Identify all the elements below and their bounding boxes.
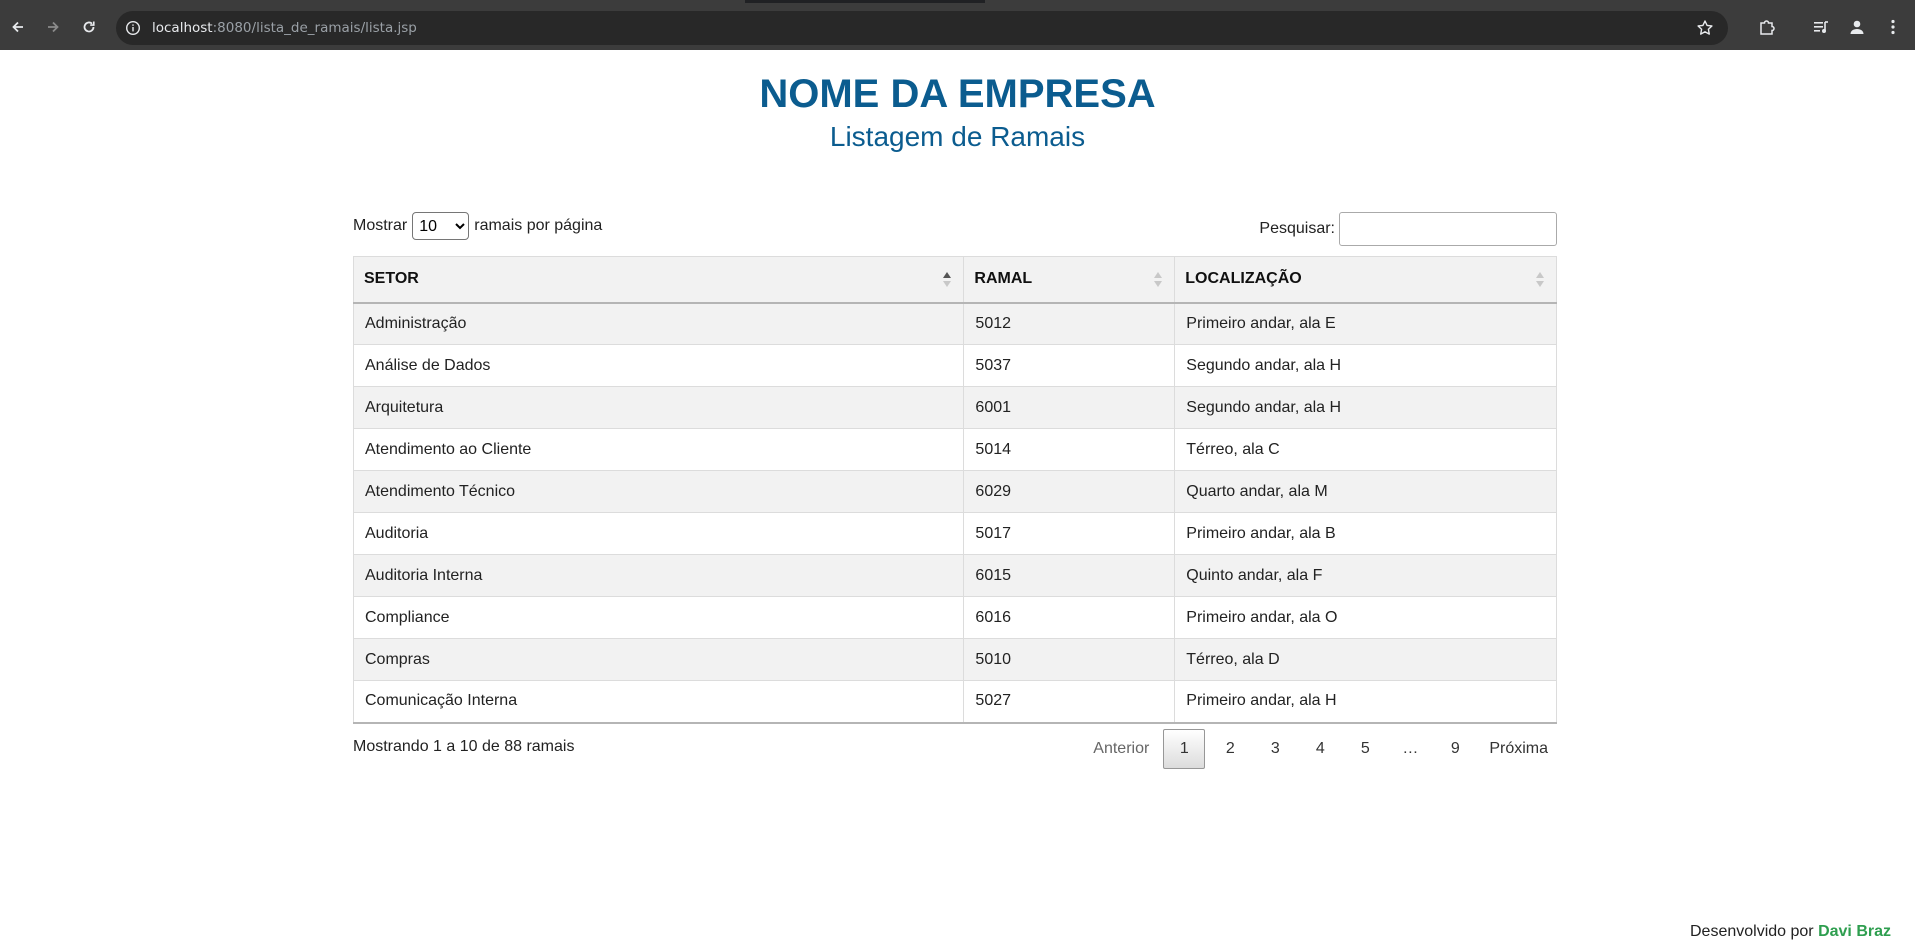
url-host: localhost bbox=[152, 20, 213, 36]
cell-ramal: 5017 bbox=[963, 512, 1176, 555]
kebab-menu-icon bbox=[1891, 19, 1895, 35]
page-button-1[interactable]: 1 bbox=[1163, 729, 1206, 769]
table-info: Mostrando 1 a 10 de 88 ramais bbox=[353, 738, 575, 755]
puzzle-icon bbox=[1760, 20, 1775, 35]
page-length-suffix: ramais por página bbox=[474, 217, 603, 234]
cell-ramal: 5037 bbox=[963, 344, 1176, 387]
cell-setor: Análise de Dados bbox=[352, 344, 965, 387]
url-path: :8080/lista_de_ramais/lista.jsp bbox=[212, 20, 417, 36]
cell-ramal: 6001 bbox=[963, 386, 1176, 429]
media-controls-button[interactable] bbox=[1810, 16, 1832, 38]
forward-button[interactable] bbox=[38, 12, 68, 42]
site-info-icon[interactable] bbox=[125, 20, 141, 36]
cell-localizacao: Primeiro andar, ala O bbox=[1174, 596, 1557, 639]
queue-music-icon bbox=[1814, 21, 1828, 33]
search-label: Pesquisar: bbox=[1259, 220, 1335, 237]
cell-setor: Atendimento ao Cliente bbox=[352, 428, 965, 471]
table-row[interactable]: Compliance 6016 Primeiro andar, ala O bbox=[352, 596, 1557, 639]
browser-toolbar: localhost:8080/lista_de_ramais/lista.jsp bbox=[0, 0, 1915, 50]
table-header-row: SETOR RAMAL LOCALIZAÇÃO bbox=[352, 256, 1557, 304]
page-button-4[interactable]: 4 bbox=[1300, 729, 1340, 769]
next-page-button[interactable]: Próxima bbox=[1480, 729, 1557, 769]
cell-localizacao: Quinto andar, ala F bbox=[1174, 554, 1557, 597]
cell-ramal: 6016 bbox=[963, 596, 1176, 639]
page-button-2[interactable]: 2 bbox=[1210, 729, 1250, 769]
cell-setor: Compras bbox=[352, 638, 965, 681]
forward-arrow-icon bbox=[48, 21, 59, 33]
bookmark-star-icon[interactable] bbox=[1696, 19, 1714, 37]
table-row[interactable]: Administração 5012 Primeiro andar, ala E bbox=[352, 302, 1557, 345]
cell-setor: Administração bbox=[352, 302, 965, 345]
table-row[interactable]: Compras 5010 Térreo, ala D bbox=[352, 638, 1557, 681]
extensions-button[interactable] bbox=[1756, 16, 1778, 38]
column-header-localizacao[interactable]: LOCALIZAÇÃO bbox=[1174, 256, 1557, 304]
browser-menu-button[interactable] bbox=[1882, 16, 1904, 38]
pagination: Anterior 1 2 3 4 5 … 9 Próxima bbox=[1079, 729, 1557, 769]
column-header-ramal[interactable]: RAMAL bbox=[963, 256, 1176, 304]
cell-setor: Atendimento Técnico bbox=[352, 470, 965, 513]
cell-setor: Compliance bbox=[352, 596, 965, 639]
table-row[interactable]: Auditoria Interna 6015 Quinto andar, ala… bbox=[352, 554, 1557, 597]
profile-button[interactable] bbox=[1846, 16, 1868, 38]
cell-localizacao: Primeiro andar, ala B bbox=[1174, 512, 1557, 555]
navigation-bar: localhost:8080/lista_de_ramais/lista.jsp bbox=[0, 3, 1915, 50]
company-name: NOME DA EMPRESA bbox=[759, 72, 1156, 116]
reload-icon bbox=[83, 21, 95, 33]
page-header: NOME DA EMPRESA Listagem de Ramais bbox=[0, 68, 1915, 154]
cell-localizacao: Primeiro andar, ala H bbox=[1174, 680, 1557, 724]
column-header-label: RAMAL bbox=[974, 270, 1033, 288]
sort-ascending-icon bbox=[943, 272, 952, 288]
table-row[interactable]: Atendimento Técnico 6029 Quarto andar, a… bbox=[352, 470, 1557, 513]
sort-icon bbox=[1154, 272, 1163, 288]
table-row[interactable]: Arquitetura 6001 Segundo andar, ala H bbox=[352, 386, 1557, 429]
cell-ramal: 5027 bbox=[963, 680, 1176, 724]
cell-setor: Auditoria bbox=[352, 512, 965, 555]
cell-setor: Auditoria Interna bbox=[352, 554, 965, 597]
column-header-label: LOCALIZAÇÃO bbox=[1185, 270, 1302, 288]
search-input[interactable] bbox=[1339, 212, 1557, 246]
search-control: Pesquisar: bbox=[1259, 212, 1557, 246]
page-button-5[interactable]: 5 bbox=[1345, 729, 1385, 769]
table-row[interactable]: Auditoria 5017 Primeiro andar, ala B bbox=[352, 512, 1557, 555]
page-footer: Desenvolvido por Davi Braz bbox=[1690, 923, 1891, 941]
page-button-9[interactable]: 9 bbox=[1435, 729, 1475, 769]
cell-ramal: 5014 bbox=[963, 428, 1176, 471]
table-row[interactable]: Comunicação Interna 5027 Primeiro andar,… bbox=[352, 680, 1557, 724]
page-length-select[interactable]: 10 bbox=[412, 212, 470, 240]
page-length-prefix: Mostrar bbox=[353, 217, 408, 234]
author-link[interactable]: Davi Braz bbox=[1818, 923, 1891, 940]
pagination-ellipsis: … bbox=[1402, 740, 1419, 757]
page-button-3[interactable]: 3 bbox=[1255, 729, 1295, 769]
sort-icon bbox=[1536, 272, 1544, 288]
url-text[interactable]: localhost:8080/lista_de_ramais/lista.jsp bbox=[152, 11, 417, 45]
cell-setor: Comunicação Interna bbox=[352, 680, 965, 724]
cell-localizacao: Primeiro andar, ala E bbox=[1174, 302, 1557, 345]
table-row[interactable]: Atendimento ao Cliente 5014 Térreo, ala … bbox=[352, 428, 1557, 471]
page-length-control: Mostrar 10 ramais por página bbox=[353, 212, 602, 240]
cell-localizacao: Segundo andar, ala H bbox=[1174, 344, 1557, 387]
cell-setor: Arquitetura bbox=[352, 386, 965, 429]
back-arrow-icon bbox=[12, 21, 23, 33]
person-icon bbox=[1850, 20, 1864, 34]
reload-button[interactable] bbox=[74, 12, 104, 42]
back-button[interactable] bbox=[3, 12, 33, 42]
cell-ramal: 5012 bbox=[963, 302, 1176, 345]
cell-ramal: 6015 bbox=[963, 554, 1176, 597]
previous-page-button[interactable]: Anterior bbox=[1084, 729, 1158, 769]
cell-localizacao: Quarto andar, ala M bbox=[1174, 470, 1557, 513]
column-header-label: SETOR bbox=[364, 270, 419, 288]
cell-ramal: 5010 bbox=[963, 638, 1176, 681]
page-subtitle: Listagem de Ramais bbox=[829, 121, 1086, 152]
footer-prefix: Desenvolvido por bbox=[1690, 923, 1814, 940]
table-row[interactable]: Análise de Dados 5037 Segundo andar, ala… bbox=[352, 344, 1557, 387]
cell-localizacao: Segundo andar, ala H bbox=[1174, 386, 1557, 429]
cell-ramal: 6029 bbox=[963, 470, 1176, 513]
table-controls: Mostrar 10 ramais por página Pesquisar: bbox=[353, 212, 1557, 248]
cell-localizacao: Térreo, ala C bbox=[1174, 428, 1557, 471]
address-bar[interactable]: localhost:8080/lista_de_ramais/lista.jsp bbox=[116, 11, 1728, 45]
column-header-setor[interactable]: SETOR bbox=[352, 256, 965, 304]
cell-localizacao: Térreo, ala D bbox=[1174, 638, 1557, 681]
extensions-table: SETOR RAMAL LOCALIZAÇÃO Administração 50… bbox=[352, 256, 1557, 724]
